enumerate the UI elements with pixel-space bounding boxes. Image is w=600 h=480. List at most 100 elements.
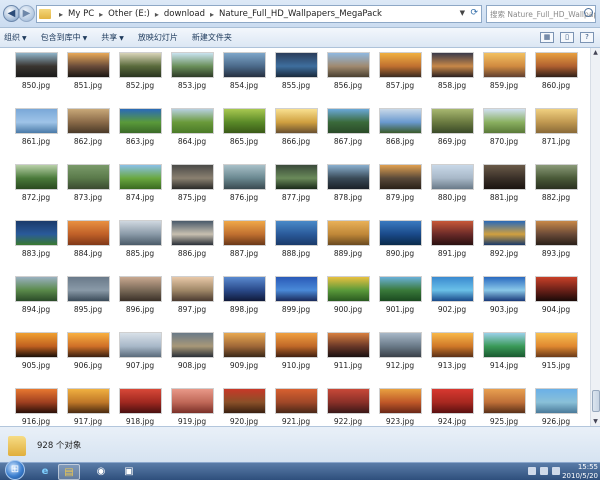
file-item[interactable]: 850.jpg [10,50,62,106]
file-item[interactable]: 877.jpg [270,162,322,218]
search-icon[interactable] [584,8,593,17]
start-button[interactable]: ⊞ [5,460,25,480]
file-item[interactable]: 885.jpg [114,218,166,274]
file-item[interactable]: 876.jpg [218,162,270,218]
file-item[interactable]: 900.jpg [322,274,374,330]
file-item[interactable]: 898.jpg [218,274,270,330]
file-item[interactable]: 882.jpg [530,162,582,218]
file-item[interactable]: 897.jpg [166,274,218,330]
crumb-other-e[interactable]: Other (E:) [108,9,150,19]
file-item[interactable]: 890.jpg [374,218,426,274]
file-item[interactable]: 852.jpg [114,50,166,106]
organize-button[interactable]: 组织 ▼ [4,32,27,43]
file-item[interactable]: 896.jpg [114,274,166,330]
file-item[interactable]: 887.jpg [218,218,270,274]
include-in-library-button[interactable]: 包含到库中 ▼ [41,32,88,43]
file-item[interactable]: 857.jpg [374,50,426,106]
file-item[interactable]: 870.jpg [478,106,530,162]
file-item[interactable]: 880.jpg [426,162,478,218]
search-input[interactable]: 搜索 Nature_Full_HD_Wallpapers... [486,5,596,23]
change-view-icon[interactable]: ▦ [540,32,554,43]
internet-explorer-icon[interactable]: e [34,464,56,480]
new-folder-button[interactable]: 新建文件夹 [192,32,232,43]
file-item[interactable]: 923.jpg [374,386,426,426]
file-item[interactable]: 854.jpg [218,50,270,106]
forward-button[interactable]: ▶ [18,5,35,22]
file-item[interactable]: 874.jpg [114,162,166,218]
file-item[interactable]: 915.jpg [530,330,582,386]
file-item[interactable]: 873.jpg [62,162,114,218]
file-item[interactable]: 901.jpg [374,274,426,330]
file-item[interactable]: 902.jpg [426,274,478,330]
file-item[interactable]: 893.jpg [530,218,582,274]
file-item[interactable]: 906.jpg [62,330,114,386]
file-item[interactable]: 867.jpg [322,106,374,162]
slideshow-button[interactable]: 放映幻灯片 [138,32,178,43]
file-item[interactable]: 889.jpg [322,218,374,274]
file-item[interactable]: 868.jpg [374,106,426,162]
file-item[interactable]: 921.jpg [270,386,322,426]
scrollbar-thumb[interactable] [592,390,600,412]
file-item[interactable]: 892.jpg [478,218,530,274]
file-item[interactable]: 919.jpg [166,386,218,426]
network-icon[interactable] [540,467,548,475]
volume-icon[interactable] [552,467,560,475]
file-item[interactable]: 888.jpg [270,218,322,274]
file-item[interactable]: 911.jpg [322,330,374,386]
crumb-download[interactable]: download [164,9,205,19]
file-item[interactable]: 916.jpg [10,386,62,426]
clock[interactable]: 15:55 2010/5/20 [562,463,598,480]
file-item[interactable]: 913.jpg [426,330,478,386]
file-item[interactable]: 855.jpg [270,50,322,106]
file-item[interactable]: 909.jpg [218,330,270,386]
file-item[interactable]: 875.jpg [166,162,218,218]
file-item[interactable]: 920.jpg [218,386,270,426]
file-item[interactable]: 856.jpg [322,50,374,106]
file-item[interactable]: 869.jpg [426,106,478,162]
file-item[interactable]: 881.jpg [478,162,530,218]
file-item[interactable]: 914.jpg [478,330,530,386]
file-item[interactable]: 907.jpg [114,330,166,386]
file-item[interactable]: 878.jpg [322,162,374,218]
file-item[interactable]: 871.jpg [530,106,582,162]
media-player-icon[interactable]: ◉ [90,464,112,480]
preview-pane-icon[interactable]: ▯ [560,32,574,43]
keyboard-icon[interactable] [528,467,536,475]
file-item[interactable]: 851.jpg [62,50,114,106]
file-item[interactable]: 865.jpg [218,106,270,162]
crumb-my-pc[interactable]: My PC [68,9,94,19]
file-item[interactable]: 860.jpg [530,50,582,106]
file-item[interactable]: 917.jpg [62,386,114,426]
file-item[interactable]: 884.jpg [62,218,114,274]
chevron-right-icon[interactable]: ▸ [99,10,103,19]
file-item[interactable]: 879.jpg [374,162,426,218]
file-item[interactable]: 922.jpg [322,386,374,426]
file-item[interactable]: 864.jpg [166,106,218,162]
breadcrumb[interactable]: ▸ My PC ▸ Other (E:) ▸ download ▸ Nature… [36,5,482,23]
file-item[interactable]: 886.jpg [166,218,218,274]
file-item[interactable]: 872.jpg [10,162,62,218]
chevron-down-icon[interactable]: ▼ [460,9,465,17]
scroll-down-arrow[interactable]: ▼ [591,417,600,426]
share-button[interactable]: 共享 ▼ [101,32,124,43]
chevron-right-icon[interactable]: ▸ [59,10,63,19]
file-item[interactable]: 863.jpg [114,106,166,162]
refresh-icon[interactable]: ⟳ [470,8,478,18]
file-item[interactable]: 866.jpg [270,106,322,162]
file-item[interactable]: 908.jpg [166,330,218,386]
file-item[interactable]: 895.jpg [62,274,114,330]
file-item[interactable]: 905.jpg [10,330,62,386]
file-item[interactable]: 903.jpg [478,274,530,330]
file-item[interactable]: 925.jpg [478,386,530,426]
file-item[interactable]: 858.jpg [426,50,478,106]
file-item[interactable]: 859.jpg [478,50,530,106]
file-item[interactable]: 862.jpg [62,106,114,162]
scroll-up-arrow[interactable]: ▲ [591,48,600,57]
file-item[interactable]: 904.jpg [530,274,582,330]
file-item[interactable]: 861.jpg [10,106,62,162]
crumb-current-folder[interactable]: Nature_Full_HD_Wallpapers_MegaPack [219,9,382,19]
chevron-right-icon[interactable]: ▸ [155,10,159,19]
file-item[interactable]: 899.jpg [270,274,322,330]
file-item[interactable]: 924.jpg [426,386,478,426]
file-item[interactable]: 891.jpg [426,218,478,274]
